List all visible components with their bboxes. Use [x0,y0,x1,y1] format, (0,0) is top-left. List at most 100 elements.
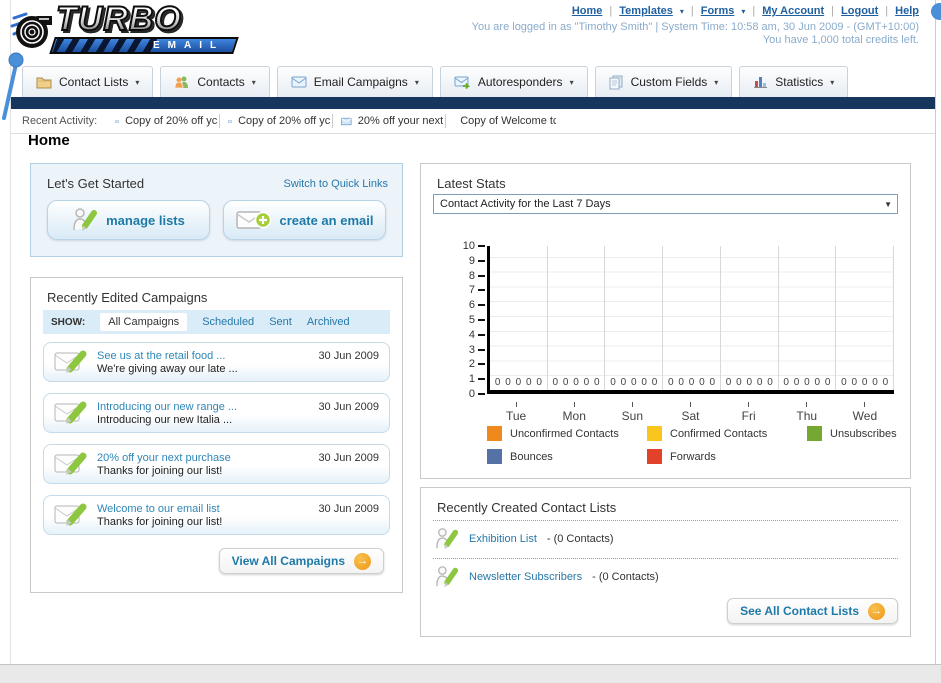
nav-tab-contacts[interactable]: Contacts ▾ [160,66,270,97]
nav-tab-label: Contact Lists [59,75,129,89]
nav-tab-custom-fields[interactable]: Custom Fields ▾ [594,66,733,97]
latest-stats-panel: Latest Stats Contact Activity for the La… [420,163,911,479]
envelope-icon [341,117,352,125]
chart-group-thu: 00000 [779,246,837,390]
campaign-title[interactable]: Welcome to our email list [97,503,222,515]
divider [219,114,221,128]
envelope-pencil-icon [54,401,87,424]
logo-banner: EMAIL [49,37,239,54]
logo-subtitle: EMAIL [152,40,224,51]
campaign-title[interactable]: 20% off your next purchase [97,452,231,464]
y-tick-1: 1 [469,373,485,385]
campaign-title[interactable]: Introducing our new range ... [97,401,237,413]
header-link-logout[interactable]: Logout [841,5,878,17]
view-all-campaigns-button[interactable]: View All Campaigns → [218,548,384,574]
recent-activity-item[interactable]: 20% off your next [341,115,443,127]
legend-item: Unconfirmed Contacts [487,426,647,441]
contact-activity-chart: 0 1 2 3 4 5 6 7 8 9 10 000000000000000000000000000… [421,240,910,423]
y-tick-6: 6 [469,299,485,311]
credits-text: You have 1,000 total credits left. [762,34,919,46]
recent-activity-item[interactable]: Copy of Welcome tc [454,115,556,127]
recent-activity-label: Recent Activity: [22,115,98,127]
x-label-sat: Sat [661,402,719,423]
help-bubble-icon[interactable] [931,3,941,20]
campaign-date: 30 Jun 2009 [318,503,379,515]
contact-list-item[interactable]: Newsletter Subscribers - (0 Contacts) [435,564,659,590]
campaign-row[interactable]: 20% off your next purchase Thanks for joi… [43,444,390,484]
tab-archived[interactable]: Archived [307,316,350,328]
person-pencil-icon [73,208,98,231]
tab-all-campaigns[interactable]: All Campaigns [100,313,188,331]
legend-item: Unsubscribes [807,426,941,441]
y-tick-7: 7 [469,284,485,296]
legend-label: Unconfirmed Contacts [510,427,619,440]
chart-group-sat: 00000 [663,246,721,390]
folder-icon [36,77,52,89]
footer-strip [0,664,941,683]
nav-tab-label: Autoresponders [477,75,563,89]
chart-group-fri: 00000 [721,246,779,390]
campaign-row[interactable]: See us at the retail food ... We're givin… [43,342,390,382]
header-link-my-account[interactable]: My Account [762,5,824,17]
envelope-pencil-icon [54,503,87,526]
campaign-row[interactable]: Welcome to our email list Thanks for join… [43,495,390,535]
legend-swatch [487,449,502,464]
turbo-email-logo[interactable]: TURBO EMAIL [10,0,245,62]
header-link-templates[interactable]: Templates [619,5,673,17]
turbo-email-dashboard: TURBO EMAIL Home | Templates ▾ | Forms ▾… [0,0,941,683]
nav-tab-autoresponders[interactable]: Autoresponders ▾ [439,66,588,97]
nav-tab-label: Custom Fields [630,75,708,89]
contact-list-item[interactable]: Exhibition List - (0 Contacts) [435,526,614,552]
switch-to-quick-links[interactable]: Switch to Quick Links [283,178,388,190]
recent-activity-item[interactable]: Copy of 20% off yc [228,115,330,127]
x-label-sun: Sun [603,402,661,423]
stats-period-select[interactable]: Contact Activity for the Last 7 Days ▼ [433,194,898,214]
chart-group-tue: 00000 [490,246,548,390]
bar-value-labels: 00000 [610,377,658,388]
campaign-title[interactable]: See us at the retail food ... [97,350,238,362]
see-all-contact-lists-button[interactable]: See All Contact Lists → [727,598,898,624]
header-link-forms[interactable]: Forms [701,5,735,17]
campaign-row[interactable]: Introducing our new range ... Introducing… [43,393,390,433]
content-right-border [935,0,936,664]
nav-tab-contact-lists[interactable]: Contact Lists ▾ [22,66,154,97]
manage-lists-button[interactable]: manage lists [47,200,210,240]
chevron-down-icon: ▾ [251,77,256,87]
nav-tab-email-campaigns[interactable]: Email Campaigns ▾ [276,66,433,97]
dotted-divider [433,558,898,559]
page-title: Home [28,132,70,149]
legend-swatch [647,426,662,441]
header-link-help[interactable]: Help [895,5,919,17]
chart-x-axis: Tue Mon Sun Sat Fri Thu Wed [487,402,894,423]
recent-activity-bar: Recent Activity: Copy of 20% off yc Copy… [11,109,935,134]
tab-scheduled[interactable]: Scheduled [202,316,254,328]
header-link-home[interactable]: Home [572,5,603,17]
campaigns-filter-bar: SHOW: All Campaigns Scheduled Sent Archi… [43,310,390,334]
chart-group-wed: 00000 [836,246,895,390]
envelope-arrow-icon [454,76,470,89]
tab-sent[interactable]: Sent [269,316,292,328]
get-started-title: Let's Get Started [47,176,145,191]
link-separator: | [885,5,889,17]
contact-list-name[interactable]: Exhibition List [469,533,537,545]
recent-activity-item[interactable]: Copy of 20% off yc [115,115,217,127]
create-email-button[interactable]: create an email [223,200,386,240]
bar-value-labels: 00000 [552,377,600,388]
contact-list-count: - (0 Contacts) [592,571,659,583]
logo-banner-stripes [52,39,158,52]
y-tick-4: 4 [469,329,485,341]
contact-list-name[interactable]: Newsletter Subscribers [469,571,582,583]
create-email-label: create an email [279,212,374,228]
link-separator: | [690,5,694,17]
envelope-pencil-icon [54,350,87,373]
nav-tab-statistics[interactable]: Statistics ▾ [739,66,849,97]
main-navigation: Contact Lists ▾ Contacts ▾ Email Campaig… [22,66,849,97]
chart-group-sun: 00000 [605,246,664,390]
contact-lists-panel: Recently Created Contact Lists Exhibitio… [420,487,911,637]
legend-swatch [807,426,822,441]
x-label-fri: Fri [720,402,778,423]
arrow-circle-icon: → [868,602,885,620]
campaigns-title: Recently Edited Campaigns [47,290,208,305]
y-tick-3: 3 [469,344,485,356]
legend-label: Unsubscribes [830,427,897,440]
